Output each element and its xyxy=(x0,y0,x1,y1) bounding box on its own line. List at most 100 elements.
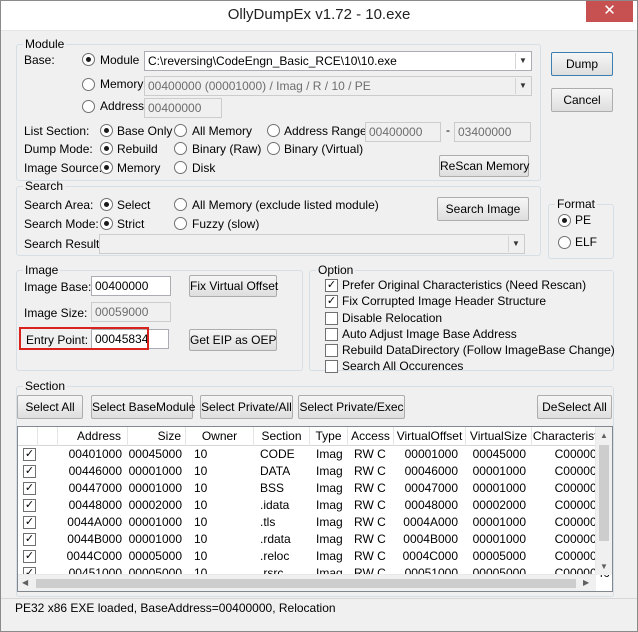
horizontal-scroll-thumb[interactable] xyxy=(36,579,576,588)
option-checkbox[interactable]: ✓ xyxy=(325,295,338,308)
column-header-blank[interactable] xyxy=(18,427,38,446)
table-row[interactable]: ✓ 0044A000 00001000 10 .tls Imag RW C 0004A000 0… xyxy=(18,514,610,531)
table-cell: 00002000 xyxy=(472,498,526,512)
table-row[interactable]: ✓ 00447000 00001000 10 BSS Imag RW C 00047000 00… xyxy=(18,480,610,497)
table-row[interactable]: ✓ 00401000 00045000 10 CODE Imag RW C 00001000 0… xyxy=(18,446,610,463)
search-result-label: Search Result: xyxy=(24,237,103,251)
table-cell: 00048000 xyxy=(404,498,458,512)
table-cell: 0004B000 xyxy=(403,532,458,546)
list-base-only-radio[interactable] xyxy=(100,124,113,137)
table-row[interactable]: ✓ 0044C000 00005000 10 .reloc Imag RW C 0004C00… xyxy=(18,548,610,565)
table-row[interactable]: ✓ 00448000 00002000 10 .idata Imag RW C 0004800… xyxy=(18,497,610,514)
search-area-label: Search Area: xyxy=(24,198,94,212)
rescan-memory-button[interactable]: ReScan Memory xyxy=(439,155,529,177)
dump-binary-virtual-radio[interactable] xyxy=(267,142,280,155)
row-checkbox[interactable]: ✓ xyxy=(23,533,36,546)
search-result-combobox[interactable]: ▼ xyxy=(99,234,525,254)
cancel-button[interactable]: Cancel xyxy=(551,88,613,112)
base-module-radio[interactable] xyxy=(82,53,95,66)
src-memory-label: Memory xyxy=(117,161,161,175)
table-row[interactable]: ✓ 0044B000 00001000 10 .rdata Imag RW C 0004B00… xyxy=(18,531,610,548)
base-label: Base: xyxy=(24,53,55,67)
address-field[interactable]: 00400000 xyxy=(144,98,222,118)
dump-button[interactable]: Dump xyxy=(551,52,613,76)
close-button[interactable]: ✕ xyxy=(586,1,633,22)
memory-combobox[interactable]: 00400000 (00001000) / Imag / R / 10 / PE… xyxy=(144,76,532,96)
column-header[interactable]: Size xyxy=(128,427,186,446)
base-memory-radio[interactable] xyxy=(82,78,95,91)
scroll-up-icon[interactable]: ▲ xyxy=(600,431,608,440)
column-header[interactable]: Owner xyxy=(186,427,254,446)
mode-fuzzy-radio[interactable] xyxy=(174,217,187,230)
row-checkbox[interactable]: ✓ xyxy=(23,465,36,478)
src-disk-radio[interactable] xyxy=(174,161,187,174)
row-checkbox[interactable]: ✓ xyxy=(23,482,36,495)
chevron-down-icon[interactable]: ▼ xyxy=(508,236,523,252)
image-base-label: Image Base: xyxy=(24,280,92,294)
scroll-right-icon[interactable]: ▶ xyxy=(583,578,589,587)
dump-rebuild-radio[interactable] xyxy=(100,142,113,155)
list-section-label: List Section: xyxy=(24,124,90,138)
mode-strict-radio[interactable] xyxy=(100,217,113,230)
column-header[interactable]: VirtualSize xyxy=(466,427,532,446)
table-cell: 0044A000 xyxy=(67,515,122,529)
table-cell: 00447000 xyxy=(68,481,122,495)
select-all-button[interactable]: Select All xyxy=(17,395,83,419)
format-pe-radio[interactable] xyxy=(558,214,571,227)
option-checkbox[interactable]: ✓ xyxy=(325,279,338,292)
src-memory-radio[interactable] xyxy=(100,161,113,174)
deselect-all-button[interactable]: DeSelect All xyxy=(537,395,612,419)
select-private-all-button[interactable]: Select Private/All xyxy=(200,395,293,419)
module-combobox[interactable]: C:\reversing\CodeEngn_Basic_RCE\10\10.ex… xyxy=(144,51,532,71)
select-base-module-button[interactable]: Select BaseModule xyxy=(91,395,195,419)
column-header[interactable]: Section xyxy=(254,427,310,446)
row-checkbox[interactable]: ✓ xyxy=(23,550,36,563)
search-image-button[interactable]: Search Image xyxy=(437,197,529,221)
chevron-down-icon[interactable]: ▼ xyxy=(515,53,530,69)
table-cell: .reloc xyxy=(260,549,290,563)
table-cell: 00001000 xyxy=(128,532,182,546)
vertical-scrollbar[interactable]: ▲ ▼ xyxy=(595,427,612,575)
mode-strict-label: Strict xyxy=(117,217,145,231)
option-checkbox[interactable] xyxy=(325,312,338,325)
dump-binary-virtual-label: Binary (Virtual) xyxy=(284,142,364,156)
vertical-scroll-thumb[interactable] xyxy=(599,445,609,541)
row-checkbox[interactable]: ✓ xyxy=(23,499,36,512)
dump-binary-raw-radio[interactable] xyxy=(174,142,187,155)
list-address-range-radio[interactable] xyxy=(267,124,280,137)
column-header-blank[interactable] xyxy=(38,427,58,446)
column-header[interactable]: VirtualOffset xyxy=(394,427,466,446)
scroll-left-icon[interactable]: ◀ xyxy=(22,578,28,587)
image-base-field[interactable]: 00400000 xyxy=(91,276,171,296)
column-header[interactable]: Type xyxy=(310,427,348,446)
table-cell: RW C xyxy=(354,515,386,529)
select-private-exec-button[interactable]: Select Private/Exec xyxy=(298,395,405,419)
table-row[interactable]: ✓ 00446000 00001000 10 DATA Imag RW C 00046000 0… xyxy=(18,463,610,480)
range-to-field[interactable]: 03400000 xyxy=(454,122,531,142)
horizontal-scrollbar[interactable]: ◀ ▶ xyxy=(18,574,596,591)
chevron-down-icon[interactable]: ▼ xyxy=(515,78,530,94)
image-size-field[interactable]: 00059000 xyxy=(91,302,171,322)
option-checkbox[interactable] xyxy=(325,344,338,357)
option-label: Disable Relocation xyxy=(342,311,443,325)
table-cell: .rdata xyxy=(260,532,291,546)
list-all-memory-radio[interactable] xyxy=(174,124,187,137)
fix-virtual-offset-button[interactable]: Fix Virtual Offset xyxy=(189,275,278,297)
format-elf-radio[interactable] xyxy=(558,236,571,249)
scroll-down-icon[interactable]: ▼ xyxy=(600,562,608,571)
area-all-memory-radio[interactable] xyxy=(174,198,187,211)
row-checkbox[interactable]: ✓ xyxy=(23,516,36,529)
table-cell: 00001000 xyxy=(128,515,182,529)
column-header[interactable]: Address xyxy=(58,427,128,446)
base-memory-label: Memory xyxy=(100,77,144,91)
area-select-radio[interactable] xyxy=(100,198,113,211)
option-checkbox[interactable] xyxy=(325,360,338,373)
get-eip-as-oep-button[interactable]: Get EIP as OEP xyxy=(189,329,277,351)
table-cell: BSS xyxy=(260,481,285,495)
base-address-radio[interactable] xyxy=(82,100,95,113)
column-header[interactable]: Access xyxy=(348,427,394,446)
row-checkbox[interactable]: ✓ xyxy=(23,448,36,461)
option-checkbox[interactable] xyxy=(325,328,338,341)
title-bar[interactable]: OllyDumpEx v1.72 - 10.exe ✕ xyxy=(1,1,637,31)
range-from-field[interactable]: 00400000 xyxy=(365,122,441,142)
